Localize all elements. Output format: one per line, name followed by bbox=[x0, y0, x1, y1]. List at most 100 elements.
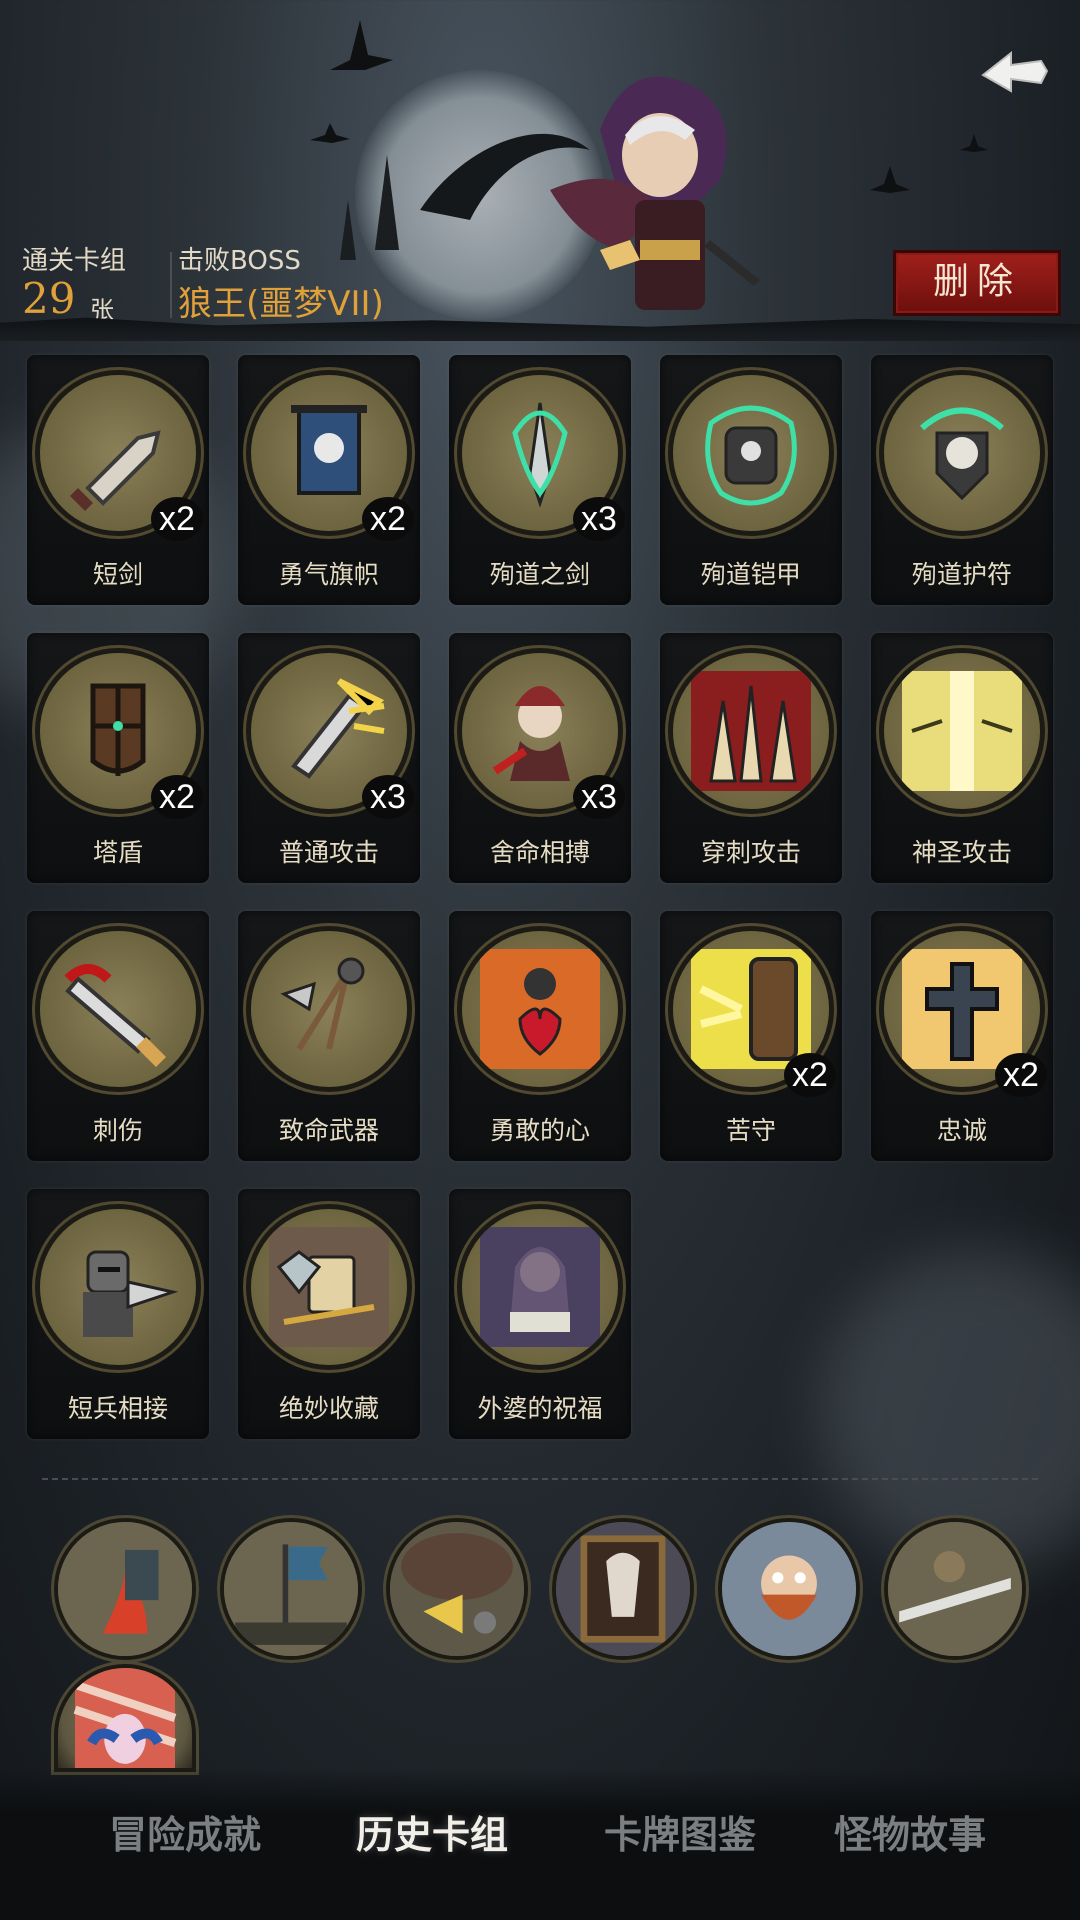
relic-item[interactable] bbox=[58, 1522, 192, 1656]
bearded-man-relic-icon bbox=[722, 1522, 856, 1656]
card-count-badge: x2 bbox=[995, 1053, 1047, 1097]
relic-item[interactable] bbox=[390, 1522, 524, 1656]
holy-light-icon bbox=[902, 671, 1022, 791]
card-item[interactable]: x3 殉道之剑 bbox=[449, 355, 631, 605]
relic-item[interactable] bbox=[888, 1522, 1022, 1656]
card-art bbox=[251, 1209, 407, 1365]
card-art bbox=[40, 1209, 196, 1365]
boss-label: 击败BOSS bbox=[178, 246, 301, 276]
card-item[interactable]: 致命武器 bbox=[238, 911, 420, 1161]
card-art bbox=[251, 931, 407, 1087]
header-divider bbox=[170, 252, 172, 318]
card-name: 绝妙收藏 bbox=[278, 1394, 379, 1423]
bloody-knife-icon bbox=[64, 964, 166, 1067]
green-flame-armor-icon bbox=[705, 405, 797, 506]
card-name: 苦守 bbox=[725, 1116, 776, 1145]
weapons-icon bbox=[280, 957, 365, 1051]
swordsman-relic-icon bbox=[888, 1522, 1022, 1656]
hooded-fighter-icon bbox=[492, 686, 570, 781]
green-flame-sword-icon bbox=[512, 402, 568, 508]
card-item[interactable]: 殉道护符 bbox=[871, 355, 1053, 605]
card-item[interactable]: 神圣攻击 bbox=[871, 633, 1053, 883]
card-name: 勇气旗帜 bbox=[278, 560, 379, 589]
card-name: 普通攻击 bbox=[278, 838, 379, 867]
card-item[interactable]: x3 普通攻击 bbox=[238, 633, 420, 883]
grandma-icon bbox=[480, 1227, 600, 1347]
card-item[interactable]: 殉道铠甲 bbox=[660, 355, 842, 605]
card-art bbox=[462, 931, 618, 1087]
card-item[interactable]: 穿刺攻击 bbox=[660, 633, 842, 883]
card-item[interactable]: 绝妙收藏 bbox=[238, 1189, 420, 1439]
card-name: 忠诚 bbox=[936, 1116, 987, 1145]
knight-icon bbox=[83, 1250, 178, 1337]
painting-relic-icon bbox=[556, 1522, 690, 1656]
tower-shield-icon bbox=[90, 683, 146, 776]
card-item[interactable]: 勇敢的心 bbox=[449, 911, 631, 1161]
card-art bbox=[673, 653, 829, 809]
relic-item[interactable] bbox=[722, 1522, 856, 1656]
card-item[interactable]: 刺伤 bbox=[27, 911, 209, 1161]
card-art bbox=[40, 931, 196, 1087]
card-name: 短兵相接 bbox=[67, 1394, 168, 1423]
card-name: 致命武器 bbox=[278, 1116, 379, 1145]
card-item[interactable]: x2 塔盾 bbox=[27, 633, 209, 883]
sword-strike-icon bbox=[291, 678, 385, 779]
card-art bbox=[884, 653, 1040, 809]
card-item[interactable]: x2 短剑 bbox=[27, 355, 209, 605]
banner-army-relic-icon bbox=[224, 1522, 358, 1656]
tab-history-deck[interactable]: 历史卡组 bbox=[332, 1805, 532, 1865]
treasure-icon bbox=[269, 1227, 389, 1347]
relic-item[interactable] bbox=[556, 1522, 690, 1656]
relic-item[interactable] bbox=[58, 1668, 192, 1768]
card-item[interactable]: x2 忠诚 bbox=[871, 911, 1053, 1161]
card-name: 殉道之剑 bbox=[489, 560, 590, 589]
tab-achievements[interactable]: 冒险成就 bbox=[85, 1805, 285, 1865]
dagger-icon bbox=[70, 430, 161, 511]
card-item[interactable]: 短兵相接 bbox=[27, 1189, 209, 1439]
campfire-relic-icon bbox=[58, 1522, 192, 1656]
green-flame-skull-icon bbox=[920, 407, 1004, 501]
card-item[interactable]: 外婆的祝福 bbox=[449, 1189, 631, 1439]
back-arrow-icon bbox=[981, 50, 1049, 93]
card-count-badge: x2 bbox=[362, 497, 414, 541]
skull-banner-icon bbox=[291, 405, 367, 495]
tab-monster-stories[interactable]: 怪物故事 bbox=[810, 1805, 1010, 1865]
card-name: 殉道护符 bbox=[911, 560, 1012, 589]
card-item[interactable]: x3 舍命相搏 bbox=[449, 633, 631, 883]
shield-block-icon bbox=[691, 949, 811, 1069]
card-count-badge: x2 bbox=[784, 1053, 836, 1097]
card-count-badge: x2 bbox=[151, 497, 203, 541]
card-name: 刺伤 bbox=[92, 1116, 143, 1145]
card-art bbox=[673, 375, 829, 531]
card-art bbox=[884, 375, 1040, 531]
card-name: 穿刺攻击 bbox=[700, 838, 801, 867]
card-count-badge: x3 bbox=[362, 775, 414, 819]
card-name: 外婆的祝福 bbox=[477, 1394, 603, 1423]
deck-label: 通关卡组 bbox=[22, 246, 127, 276]
card-item[interactable]: x2 勇气旗帜 bbox=[238, 355, 420, 605]
relic-item[interactable] bbox=[224, 1522, 358, 1656]
card-art bbox=[462, 1209, 618, 1365]
cross-icon bbox=[902, 949, 1022, 1069]
card-name: 舍命相搏 bbox=[489, 838, 590, 867]
hooded-heroine-art bbox=[550, 76, 760, 310]
card-item[interactable]: x2 苦守 bbox=[660, 911, 842, 1161]
back-button[interactable] bbox=[975, 40, 1055, 110]
rabbit-jester-relic-icon bbox=[73, 1668, 177, 1768]
card-name: 短剑 bbox=[92, 560, 143, 589]
tab-card-codex[interactable]: 卡牌图鉴 bbox=[580, 1805, 780, 1865]
boss-name: 狼王(噩梦VII) bbox=[178, 284, 384, 324]
spikes-icon bbox=[691, 671, 811, 791]
card-name: 神圣攻击 bbox=[911, 838, 1012, 867]
card-count-badge: x2 bbox=[151, 775, 203, 819]
card-name: 殉道铠甲 bbox=[700, 560, 801, 589]
card-name: 塔盾 bbox=[92, 838, 143, 867]
card-count-badge: x3 bbox=[573, 497, 625, 541]
cheese-mouse-relic-icon bbox=[390, 1522, 524, 1656]
deck-count: 29 bbox=[22, 274, 76, 323]
card-name: 勇敢的心 bbox=[489, 1116, 590, 1145]
card-count-badge: x3 bbox=[573, 775, 625, 819]
section-divider bbox=[42, 1478, 1038, 1480]
brave-heart-icon bbox=[480, 949, 600, 1069]
delete-button[interactable]: 删除 bbox=[893, 250, 1061, 316]
